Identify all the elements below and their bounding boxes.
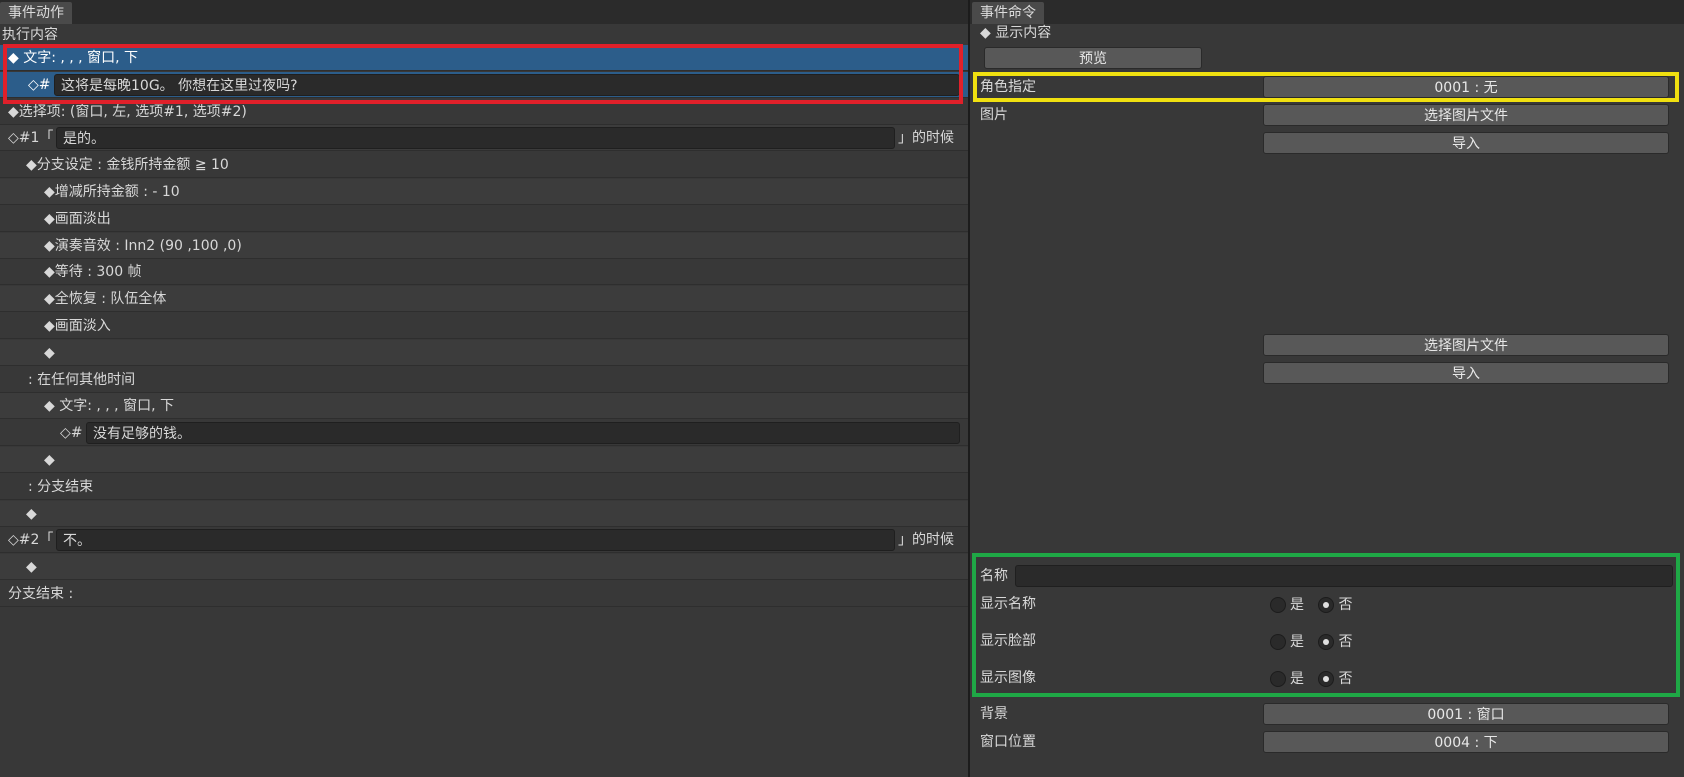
- command-text: ◆画面淡出: [44, 210, 111, 227]
- tab-event-command[interactable]: 事件命令: [972, 2, 1044, 24]
- left-tab-bar: [0, 0, 968, 24]
- command-row[interactable]: ◆ 文字: , , , 窗口, 下: [0, 393, 968, 420]
- command-prefix: ◇#2「: [8, 532, 54, 549]
- command-text-field[interactable]: 没有足够的钱。: [86, 422, 960, 445]
- command-text: ◆画面淡入: [44, 318, 111, 334]
- command-row[interactable]: ◆: [0, 339, 968, 366]
- preview-button[interactable]: 预览: [984, 47, 1202, 69]
- command-row[interactable]: ◆: [0, 500, 968, 527]
- command-suffix: 」的时候: [898, 130, 954, 147]
- command-text: ◆等待 : 300 帧: [44, 264, 142, 281]
- command-text: ◆分支设定 : 金钱所持金额 ≧ 10: [26, 157, 229, 174]
- event-actions-panel: 事件动作 执行内容 ◆ 文字: , , , 窗口, 下 ◇# 这将是每晚10G。 你…: [0, 0, 968, 777]
- command-row[interactable]: ◆: [0, 554, 968, 581]
- command-text: : 在任何其他时间: [28, 371, 136, 388]
- command-text: ◆: [26, 559, 37, 576]
- import-button-2[interactable]: 导入: [1263, 362, 1669, 384]
- select-image-file-button-2[interactable]: 选择图片文件: [1263, 334, 1669, 356]
- tab-event-actions[interactable]: 事件动作: [0, 2, 72, 24]
- command-row[interactable]: ◇#1「 是的。 」的时候: [0, 125, 968, 152]
- execution-content-label: 执行内容: [2, 27, 58, 43]
- window-position-select[interactable]: 0004 : 下: [1263, 731, 1669, 753]
- command-suffix: 」的时候: [898, 532, 954, 549]
- command-row[interactable]: ◇#2「 不。 」的时候: [0, 527, 968, 554]
- command-row[interactable]: : 分支结束: [0, 474, 968, 500]
- command-row[interactable]: ◆分支设定 : 金钱所持金额 ≧ 10: [0, 152, 968, 179]
- command-row[interactable]: ◆画面淡出: [0, 206, 968, 232]
- command-row[interactable]: ◆增减所持金额 : - 10: [0, 179, 968, 205]
- background-label: 背景: [980, 706, 1008, 722]
- red-highlight-box: [3, 44, 963, 104]
- command-row[interactable]: ◇# 没有足够的钱。: [0, 420, 968, 447]
- command-text: ◆: [44, 344, 55, 361]
- command-row[interactable]: : 在任何其他时间: [0, 367, 968, 393]
- command-row[interactable]: 分支结束 :: [0, 581, 968, 607]
- command-text: ◆ 文字: , , , 窗口, 下: [44, 398, 174, 415]
- command-text: 分支结束 :: [8, 586, 74, 602]
- show-content-header: ◆ 显示内容: [980, 25, 1052, 41]
- command-prefix: ◇#: [60, 425, 83, 442]
- command-prefix: ◇#1「: [8, 130, 54, 147]
- yellow-highlight-box: [973, 72, 1679, 102]
- right-tab-bar: [970, 0, 1684, 24]
- image-label: 图片: [980, 107, 1008, 123]
- command-row[interactable]: ◆画面淡入: [0, 313, 968, 339]
- window-position-label: 窗口位置: [980, 734, 1036, 750]
- command-text-field[interactable]: 不。: [56, 529, 895, 552]
- command-text-field[interactable]: 是的。: [56, 127, 895, 150]
- command-row[interactable]: ◆全恢复 : 队伍全体: [0, 286, 968, 313]
- import-button-1[interactable]: 导入: [1263, 132, 1669, 154]
- command-text: ◆增减所持金额 : - 10: [44, 184, 180, 200]
- command-text: : 分支结束: [28, 478, 94, 495]
- command-text: ◆全恢复 : 队伍全体: [44, 291, 167, 308]
- command-text: ◆演奏音效 : Inn2 (90 ,100 ,0): [44, 237, 242, 254]
- command-row[interactable]: ◆等待 : 300 帧: [0, 259, 968, 286]
- command-text: ◆: [26, 505, 37, 522]
- background-select[interactable]: 0001 : 窗口: [1263, 703, 1669, 725]
- command-row[interactable]: ◆演奏音效 : Inn2 (90 ,100 ,0): [0, 232, 968, 259]
- command-text: ◆: [44, 452, 55, 468]
- command-row[interactable]: ◆: [0, 447, 968, 473]
- green-highlight-box: [972, 553, 1680, 697]
- select-image-file-button-1[interactable]: 选择图片文件: [1263, 104, 1669, 126]
